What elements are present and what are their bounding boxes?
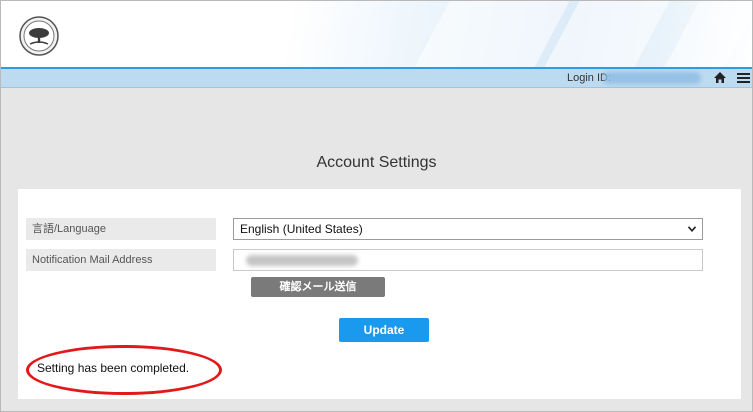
chevron-down-icon	[688, 226, 696, 232]
language-label: 言語/Language	[26, 218, 216, 240]
hamburger-menu-icon[interactable]	[737, 72, 750, 84]
language-row: 言語/Language English (United States)	[26, 218, 703, 240]
email-row: Notification Mail Address	[26, 249, 703, 271]
email-label: Notification Mail Address	[26, 249, 216, 271]
login-bar: Login ID:	[1, 69, 752, 88]
language-select-value: English (United States)	[240, 222, 363, 236]
seal-logo-icon[interactable]	[19, 16, 59, 56]
email-field[interactable]	[233, 249, 703, 271]
language-select[interactable]: English (United States)	[233, 218, 703, 240]
highlight-annotation	[26, 345, 222, 395]
email-value-redacted	[246, 255, 358, 266]
header-banner	[1, 1, 752, 69]
login-id-value-redacted	[603, 72, 701, 84]
page-title: Account Settings	[316, 154, 437, 171]
send-confirmation-email-button[interactable]: 確認メール送信	[251, 277, 385, 297]
banner-decoration	[657, 1, 752, 69]
update-button[interactable]: Update	[339, 318, 429, 342]
browser-frame: Login ID: Account Settings 言語/Language E…	[0, 0, 753, 412]
home-icon[interactable]	[713, 71, 727, 84]
